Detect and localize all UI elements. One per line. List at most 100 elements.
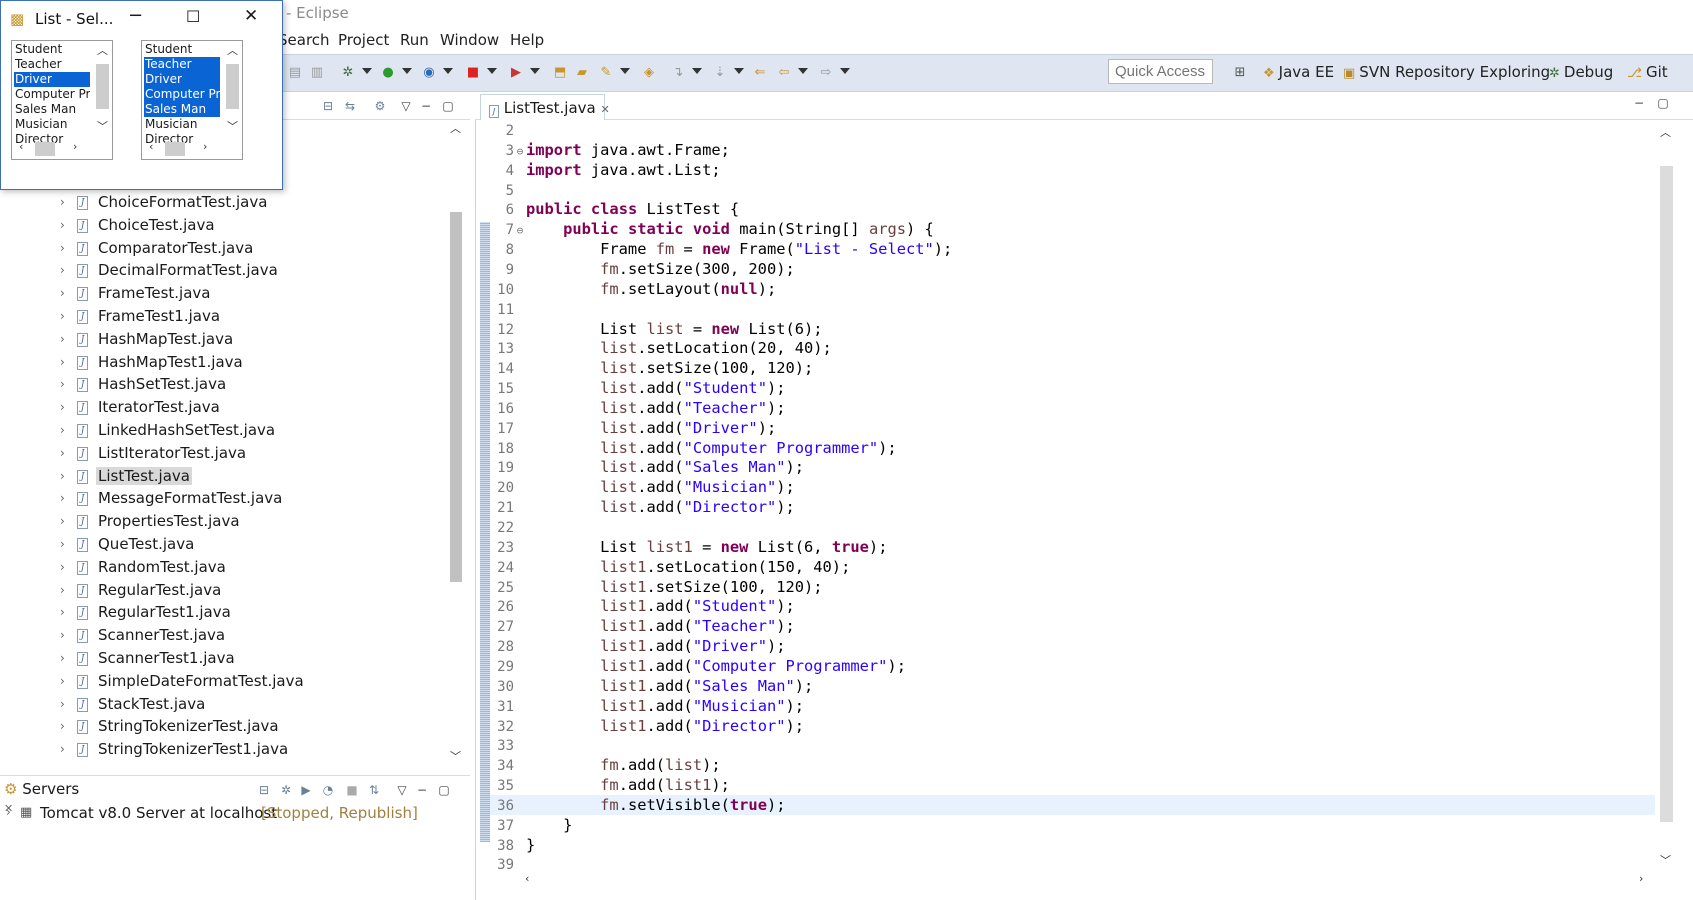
tree-item[interactable]: › J ChoiceFormatTest.java [0, 192, 460, 215]
tree-item[interactable]: › J ScannerTest.java [0, 625, 460, 648]
chevron-right-icon[interactable]: › [60, 400, 65, 414]
scroll-thumb[interactable] [450, 212, 462, 582]
editor-vertical-scrollbar[interactable]: ︿ ﹀ [1656, 122, 1676, 872]
perspective-git[interactable]: ⎇ Git [1627, 63, 1668, 81]
scroll-up-icon[interactable]: ︿ [450, 120, 461, 136]
tree-item[interactable]: › J ListTest.java [0, 466, 460, 489]
scroll-up-icon[interactable]: ︿ [227, 42, 238, 58]
menu-project[interactable]: Project [338, 31, 389, 49]
tree-item[interactable]: › J RegularTest.java [0, 580, 460, 603]
tree-item[interactable]: › J PropertiesTest.java [0, 511, 460, 534]
chevron-right-icon[interactable]: › [60, 651, 65, 665]
code-line[interactable]: 14 list.setSize(100, 120); [490, 358, 1655, 378]
scroll-down-icon[interactable]: ﹀ [97, 118, 108, 134]
list-option[interactable]: Student [144, 42, 220, 57]
run-icon[interactable]: ● [380, 65, 396, 81]
forward-dropdown-icon[interactable] [840, 68, 850, 74]
code-line[interactable]: 35 fm.add(list1); [490, 775, 1655, 795]
list-option[interactable]: Student [14, 42, 90, 57]
back-icon[interactable]: ⇦ [776, 65, 792, 81]
code-line[interactable]: 3 ⊖ import java.awt.Frame; [490, 140, 1655, 160]
tree-item[interactable]: › J ListIteratorTest.java [0, 443, 460, 466]
code-line[interactable]: 29 list1.add("Computer Programmer"); [490, 656, 1655, 676]
chevron-right-icon[interactable]: › [60, 491, 65, 505]
menu-help[interactable]: Help [510, 31, 544, 49]
back-dropdown-icon[interactable] [798, 68, 808, 74]
chevron-right-icon[interactable]: › [60, 241, 65, 255]
scroll-down-icon[interactable]: ﹀ [450, 748, 461, 764]
chevron-right-icon[interactable]: › [60, 355, 65, 369]
tree-item[interactable]: › J FrameTest.java [0, 283, 460, 306]
scroll-right-icon[interactable]: › [1639, 872, 1643, 885]
maximize-icon[interactable]: ▢ [436, 782, 452, 798]
external-tools-icon[interactable]: ▶ [508, 65, 524, 81]
external-tools-dropdown-icon[interactable] [530, 68, 540, 74]
editor-horizontal-scrollbar[interactable]: ‹ › [517, 872, 1657, 890]
chevron-right-icon[interactable]: › [60, 423, 65, 437]
close-window-button[interactable]: ✕ [244, 6, 258, 26]
tree-item[interactable]: › J RegularTest1.java [0, 602, 460, 625]
last-edit-icon[interactable]: ⇐ [752, 65, 768, 81]
code-line[interactable]: 17 list.add("Driver"); [490, 418, 1655, 438]
run-dropdown-icon[interactable] [402, 68, 412, 74]
chevron-right-icon[interactable]: › [60, 583, 65, 597]
tab-listtest-java[interactable]: J ListTest.java ✕ [480, 94, 610, 120]
scroll-right-icon[interactable]: › [203, 140, 207, 153]
code-line[interactable]: 31 list1.add("Musician"); [490, 696, 1655, 716]
list-single-select[interactable]: Director Musician Sales Man Computer Pro Dri… [11, 40, 113, 160]
list-multi-select[interactable]: Director Musician Sales Man Computer Pro Dri… [141, 40, 243, 160]
list-option[interactable]: Sales Man [14, 102, 90, 117]
list-option[interactable]: Driver [144, 72, 220, 87]
list-select-window[interactable]: ▩ List - Sel... − ☐ ✕ Director Musician Sa… [0, 0, 283, 190]
debug-dropdown-icon[interactable] [362, 68, 372, 74]
tree-item[interactable]: › J HashMapTest.java [0, 329, 460, 352]
code-line[interactable]: 30 list1.add("Sales Man"); [490, 676, 1655, 696]
open-type-dropdown-icon[interactable] [620, 68, 630, 74]
coverage-dropdown-icon[interactable] [443, 68, 453, 74]
scroll-thumb[interactable] [165, 142, 185, 156]
tree-item[interactable]: › J MessageFormatTest.java [0, 488, 460, 511]
next-annotation-dropdown-icon[interactable] [734, 68, 744, 74]
debug-server-icon[interactable]: ✲ [278, 782, 294, 798]
code-line[interactable]: 32 list1.add("Director"); [490, 716, 1655, 736]
chevron-right-icon[interactable]: › [60, 309, 65, 323]
explorer-scrollbar[interactable]: ︿ ﹀ [446, 120, 466, 768]
scroll-thumb[interactable] [35, 142, 55, 156]
forward-icon[interactable]: ⇨ [818, 65, 834, 81]
view-menu-icon[interactable]: ▽ [394, 782, 410, 798]
chevron-right-icon[interactable]: › [60, 605, 65, 619]
scroll-left-icon[interactable]: ‹ [149, 140, 153, 153]
minimize-window-button[interactable]: − [128, 5, 143, 26]
link-with-editor-icon[interactable]: ⇆ [342, 98, 358, 114]
code-line[interactable]: 18 list.add("Computer Programmer"); [490, 438, 1655, 458]
scroll-thumb[interactable] [1660, 166, 1673, 822]
maximize-icon[interactable]: ▢ [440, 98, 456, 114]
perspective-java-ee[interactable]: ❖ Java EE [1263, 63, 1334, 81]
code-line[interactable]: 21 list.add("Director"); [490, 497, 1655, 517]
publish-icon[interactable]: ⇅ [366, 782, 382, 798]
scroll-up-icon[interactable]: ︿ [97, 42, 108, 58]
minimize-icon[interactable]: − [1631, 95, 1647, 111]
tree-item[interactable]: › J LinkedHashSetTest.java [0, 420, 460, 443]
open-folder-icon[interactable]: ▰ [574, 65, 590, 81]
list-vertical-scrollbar[interactable]: ︿ ﹀ [93, 42, 111, 137]
menu-run[interactable]: Run [400, 31, 429, 49]
chevron-right-icon[interactable]: › [60, 286, 65, 300]
tree-item[interactable]: › J QueTest.java [0, 534, 460, 557]
code-line[interactable]: 24 list1.setLocation(150, 40); [490, 557, 1655, 577]
code-line[interactable]: 12 List list = new List(6); [490, 319, 1655, 339]
code-line[interactable]: 16 list.add("Teacher"); [490, 398, 1655, 418]
tree-item[interactable]: › J HashSetTest.java [0, 374, 460, 397]
stop-dropdown-icon[interactable] [487, 68, 497, 74]
quick-access-input[interactable] [1108, 59, 1213, 84]
tree-item[interactable]: › J StringTokenizerTest.java [0, 716, 460, 739]
chevron-right-icon[interactable]: › [60, 719, 65, 733]
list-option[interactable]: Computer Pro [14, 87, 90, 102]
chevron-right-icon[interactable]: › [60, 195, 65, 209]
code-line[interactable]: 13 list.setLocation(20, 40); [490, 338, 1655, 358]
code-line[interactable]: 33 [490, 735, 1655, 755]
list-option[interactable]: Sales Man [144, 102, 220, 117]
code-line[interactable]: 38} [490, 835, 1655, 855]
code-line[interactable]: 20 list.add("Musician"); [490, 477, 1655, 497]
list-option[interactable]: Driver [14, 72, 90, 87]
